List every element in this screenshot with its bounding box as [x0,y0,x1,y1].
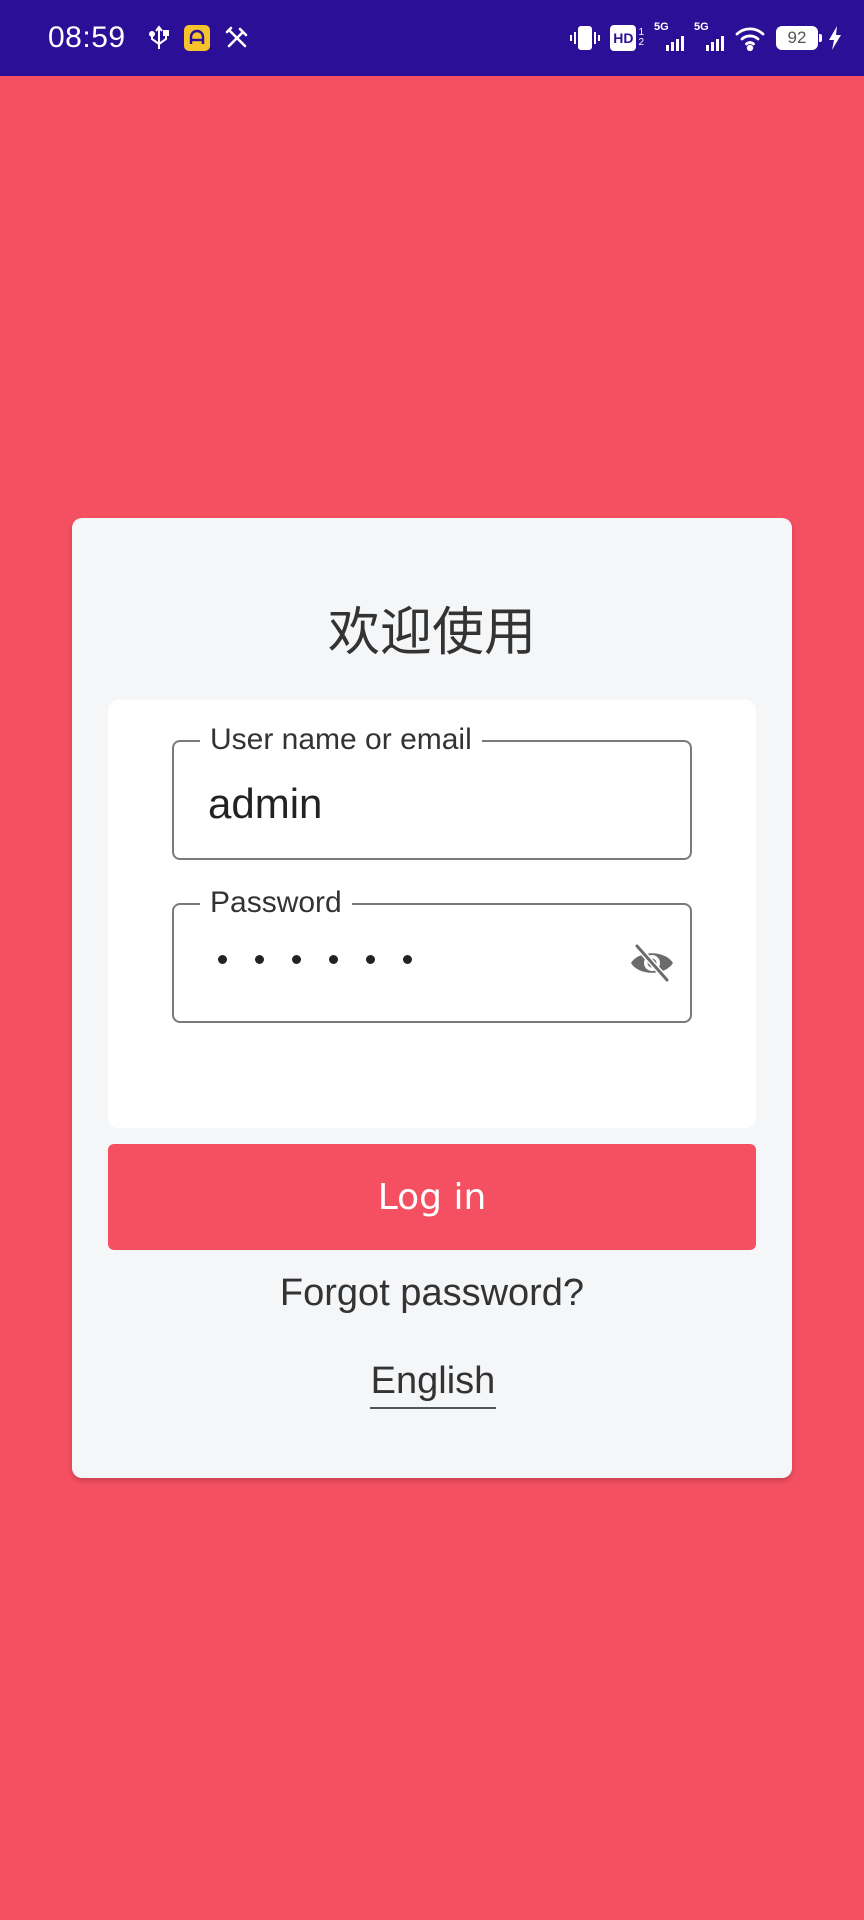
charging-icon [828,26,842,50]
signal-5g-icon: 5G [694,21,724,53]
password-dot [292,955,301,964]
wifi-icon [734,25,766,51]
password-masked-value[interactable] [218,955,412,964]
welcome-title: 欢迎使用 [327,603,536,663]
status-left-icons [148,25,250,51]
password-dot [255,955,264,964]
password-dot [403,955,412,964]
toggle-password-visibility-button[interactable] [628,942,676,988]
status-right-icons: HD 1 2 5G 5G 92 [570,21,842,53]
status-time: 08:59 [48,21,126,54]
password-dot [366,955,375,964]
signal-5g-icon: 5G [654,21,684,53]
language-selector[interactable]: English [370,1360,496,1409]
username-field[interactable]: User name or email admin [172,720,692,860]
password-label: Password [200,883,352,923]
status-bar: 08:59 HD 1 2 5G 5G 92 [0,0,864,76]
password-dot [329,955,338,964]
hd-sub-bottom: 2 [638,37,644,48]
battery-level: 92 [787,28,807,47]
battery-icon: 92 [776,26,822,50]
password-field[interactable]: Password [172,883,692,1023]
login-button[interactable]: Log in [108,1144,756,1250]
vibrate-icon [570,24,601,52]
tools-icon [224,25,250,51]
hd-voice-icon: HD 1 2 [610,25,644,51]
forgot-password-link[interactable]: Forgot password? [0,1272,864,1315]
network-type-1: 5G [654,21,669,33]
username-label: User name or email [200,720,482,760]
username-value[interactable]: admin [208,780,322,828]
password-dot [218,955,227,964]
network-type-2: 5G [694,21,709,33]
eye-off-icon [629,942,675,988]
hd-label: HD [610,25,637,51]
app-notification-icon [183,25,210,51]
usb-icon [148,25,170,51]
